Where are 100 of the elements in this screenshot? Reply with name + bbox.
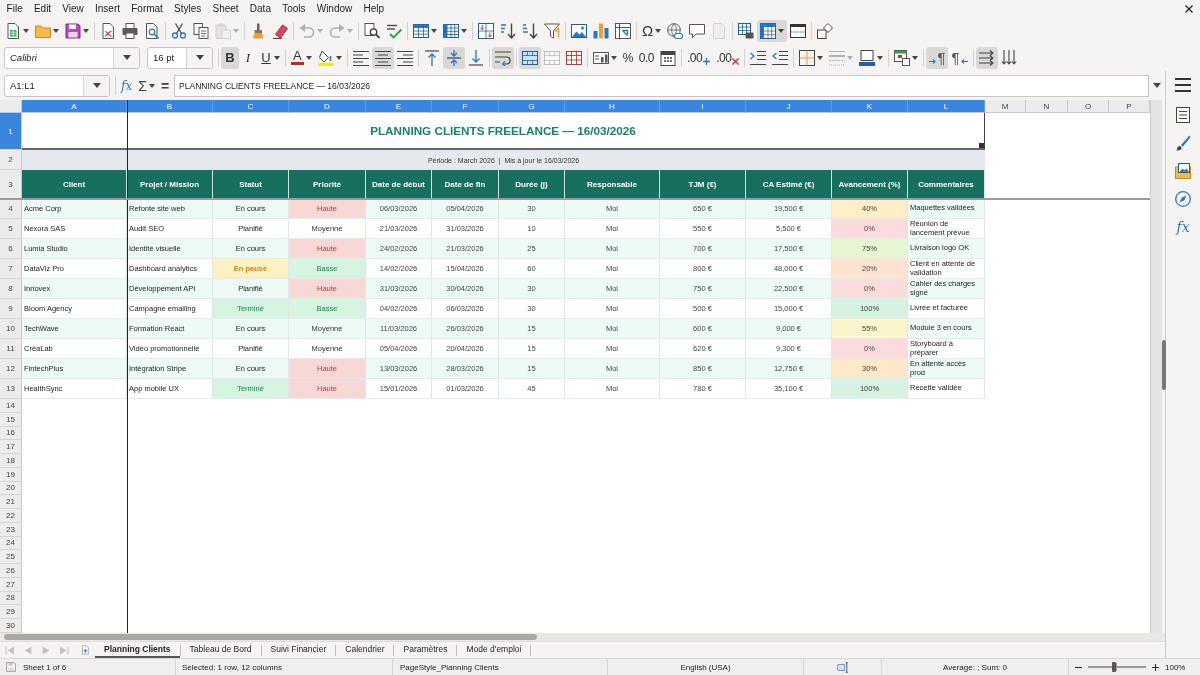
fill-handle[interactable]	[979, 143, 984, 148]
functions-button[interactable]: fx	[1172, 216, 1194, 238]
menu-item[interactable]: Tools	[276, 0, 312, 18]
column-header[interactable]: H	[565, 100, 660, 113]
underline-button[interactable]: U	[257, 46, 283, 69]
sheet-tab[interactable]: Suivi Financier	[261, 642, 336, 658]
menu-item[interactable]: Edit	[28, 0, 57, 18]
row-header[interactable]: 4	[0, 199, 22, 219]
row-header[interactable]: 30	[0, 619, 22, 633]
menu-item[interactable]: View	[56, 0, 90, 18]
row-header[interactable]: 1	[0, 113, 22, 150]
column-header[interactable]: B	[127, 100, 213, 113]
sort-button[interactable]	[475, 20, 497, 42]
menu-item[interactable]: Sheet	[206, 0, 245, 18]
font-color-button[interactable]: A	[288, 46, 315, 69]
right-to-left-button[interactable]: ¶	[948, 46, 971, 69]
menu-item[interactable]: Help	[357, 0, 390, 18]
autofilter-button[interactable]	[541, 20, 563, 42]
align-center-button[interactable]	[371, 46, 394, 69]
row-header[interactable]: 11	[0, 339, 22, 359]
percent-button[interactable]: %	[619, 46, 636, 69]
formula-button[interactable]: =	[157, 74, 173, 97]
sheet-tab[interactable]: Paramètres	[394, 642, 457, 658]
left-to-right-button[interactable]: ¶	[926, 46, 949, 69]
row-header[interactable]: 21	[0, 495, 22, 509]
row-header[interactable]: 7	[0, 259, 22, 279]
freeze-button[interactable]	[757, 20, 788, 42]
menu-item[interactable]: Window	[311, 0, 358, 18]
page-plus-icon[interactable]	[81, 645, 90, 655]
zoom-level: 100%	[1165, 662, 1186, 672]
merge-center-button[interactable]	[518, 46, 541, 69]
scrollbar-thumb[interactable]	[4, 634, 537, 640]
row-header[interactable]: 12	[0, 359, 22, 379]
row-header[interactable]: 25	[0, 550, 22, 564]
row-header[interactable]: 9	[0, 299, 22, 319]
formula-input[interactable]: PLANNING CLIENTS FREELANCE — 16/03/2026	[174, 74, 1149, 97]
row-header[interactable]: 5	[0, 219, 22, 239]
column-header[interactable]: I	[660, 100, 746, 113]
save-button[interactable]	[62, 20, 92, 42]
column-header[interactable]: O	[1068, 100, 1109, 113]
sum-button[interactable]: Σ	[135, 74, 158, 97]
horizontal-scrollbar[interactable]	[0, 633, 1165, 641]
menu-item[interactable]: Insert	[89, 0, 126, 18]
function-wizard-button[interactable]: fx	[118, 74, 136, 97]
row-header[interactable]: 3	[0, 170, 22, 199]
add-decimal-button[interactable]: .00	[684, 46, 714, 69]
delete-decimal-button[interactable]: .00	[713, 46, 743, 69]
row-header[interactable]: 10	[0, 319, 22, 339]
copy-button[interactable]	[190, 20, 212, 42]
row-header[interactable]: 18	[0, 454, 22, 468]
row-header[interactable]: 13	[0, 379, 22, 399]
column-header[interactable]: D	[289, 100, 366, 113]
italic-button[interactable]: I	[239, 46, 257, 69]
menu-item[interactable]: Data	[244, 0, 277, 18]
row-header[interactable]: 14	[0, 399, 22, 413]
slider-thumb[interactable]	[1112, 662, 1117, 672]
column-header[interactable]: J	[746, 100, 832, 113]
row-header[interactable]: 6	[0, 239, 22, 259]
page-icon	[711, 23, 728, 39]
column-header[interactable]: C	[213, 100, 289, 113]
column-header[interactable]: G	[499, 100, 565, 113]
row-header[interactable]: 2	[0, 150, 22, 170]
bold-button[interactable]: B	[221, 46, 239, 69]
column-header[interactable]: L	[908, 100, 985, 113]
column-header[interactable]: P	[1109, 100, 1150, 113]
menu-item[interactable]: Format	[125, 0, 169, 18]
sidebar-handle[interactable]	[1162, 340, 1166, 390]
row-header[interactable]: 29	[0, 605, 22, 619]
menu-item[interactable]: File	[1, 0, 29, 18]
column-header[interactable]: N	[1026, 100, 1068, 113]
row-header[interactable]: 17	[0, 440, 22, 454]
gallery-button[interactable]	[1172, 160, 1194, 182]
font-name-field[interactable]: Calibri	[4, 46, 140, 69]
shapes-icon	[817, 23, 834, 39]
sheet-tab[interactable]: Calendrier	[336, 642, 394, 658]
row-header[interactable]: 22	[0, 509, 22, 523]
number-button[interactable]: 0.0	[635, 46, 658, 69]
row-header[interactable]: 8	[0, 279, 22, 299]
vertical-scrollbar[interactable]	[1150, 100, 1162, 633]
sheet-title[interactable]: PLANNING CLIENTS FREELANCE — 16/03/2026	[22, 113, 985, 150]
sheet-tab[interactable]: Tableau de Bord	[180, 642, 261, 658]
center-vertically-button[interactable]	[442, 46, 465, 69]
column-header[interactable]: E	[366, 100, 432, 113]
menu-item[interactable]: Styles	[168, 0, 207, 18]
sheet-tab[interactable]: Mode d'emploi	[457, 642, 531, 658]
special-character-button[interactable]: Ω	[639, 20, 665, 42]
caret-icon	[274, 55, 280, 60]
font-size-field[interactable]: 16 pt	[147, 46, 213, 69]
name-box[interactable]: A1:L1	[4, 74, 110, 97]
plus-icon[interactable]	[1152, 663, 1159, 671]
column-header[interactable]: M	[985, 100, 1026, 113]
row-header[interactable]: 26	[0, 564, 22, 578]
wrap-text-button[interactable]	[491, 46, 514, 69]
column-header[interactable]: A	[22, 100, 127, 113]
split-window-icon	[790, 23, 807, 39]
column-header[interactable]: K	[832, 100, 908, 113]
navigator-button[interactable]	[1172, 188, 1194, 210]
pivot-table-button[interactable]	[612, 20, 634, 42]
column-header[interactable]: F	[432, 100, 499, 113]
text-direction-button[interactable]	[975, 46, 998, 69]
